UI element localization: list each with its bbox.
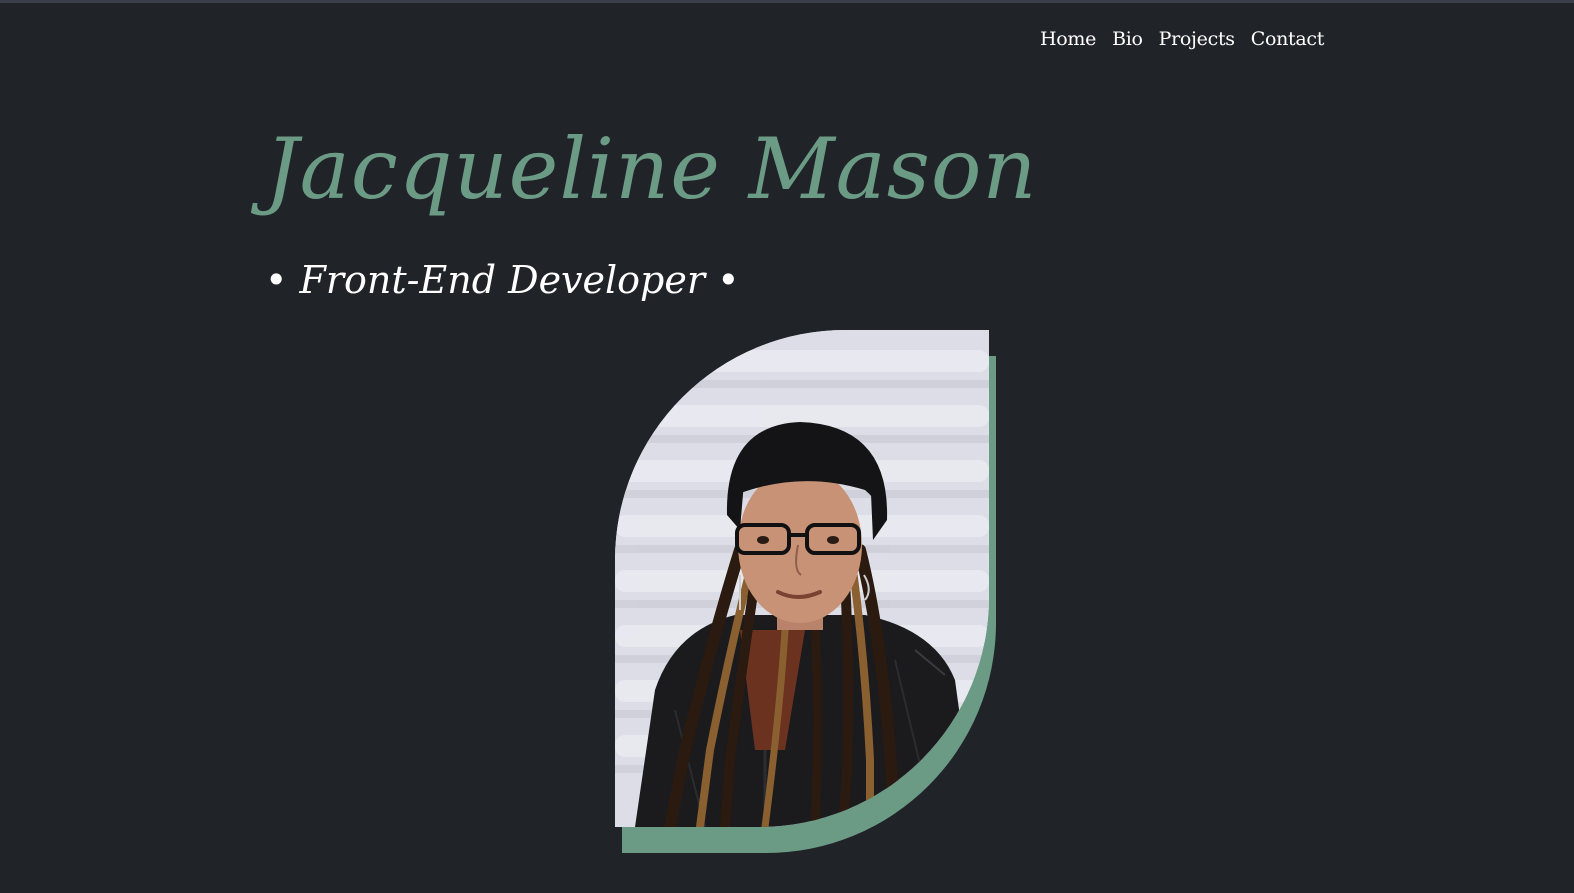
nav-contact-link[interactable]: Contact <box>1251 28 1325 50</box>
browser-top-border <box>0 0 1574 3</box>
hero-name: Jacqueline Mason <box>265 120 1038 218</box>
nav-home-link[interactable]: Home <box>1040 28 1096 50</box>
hero-role: • Front-End Developer • <box>265 258 740 302</box>
nav-projects-link[interactable]: Projects <box>1159 28 1235 50</box>
portrait-frame <box>615 330 1005 860</box>
nav-bio-link[interactable]: Bio <box>1112 28 1143 50</box>
main-nav: Home Bio Projects Contact <box>1040 28 1340 50</box>
